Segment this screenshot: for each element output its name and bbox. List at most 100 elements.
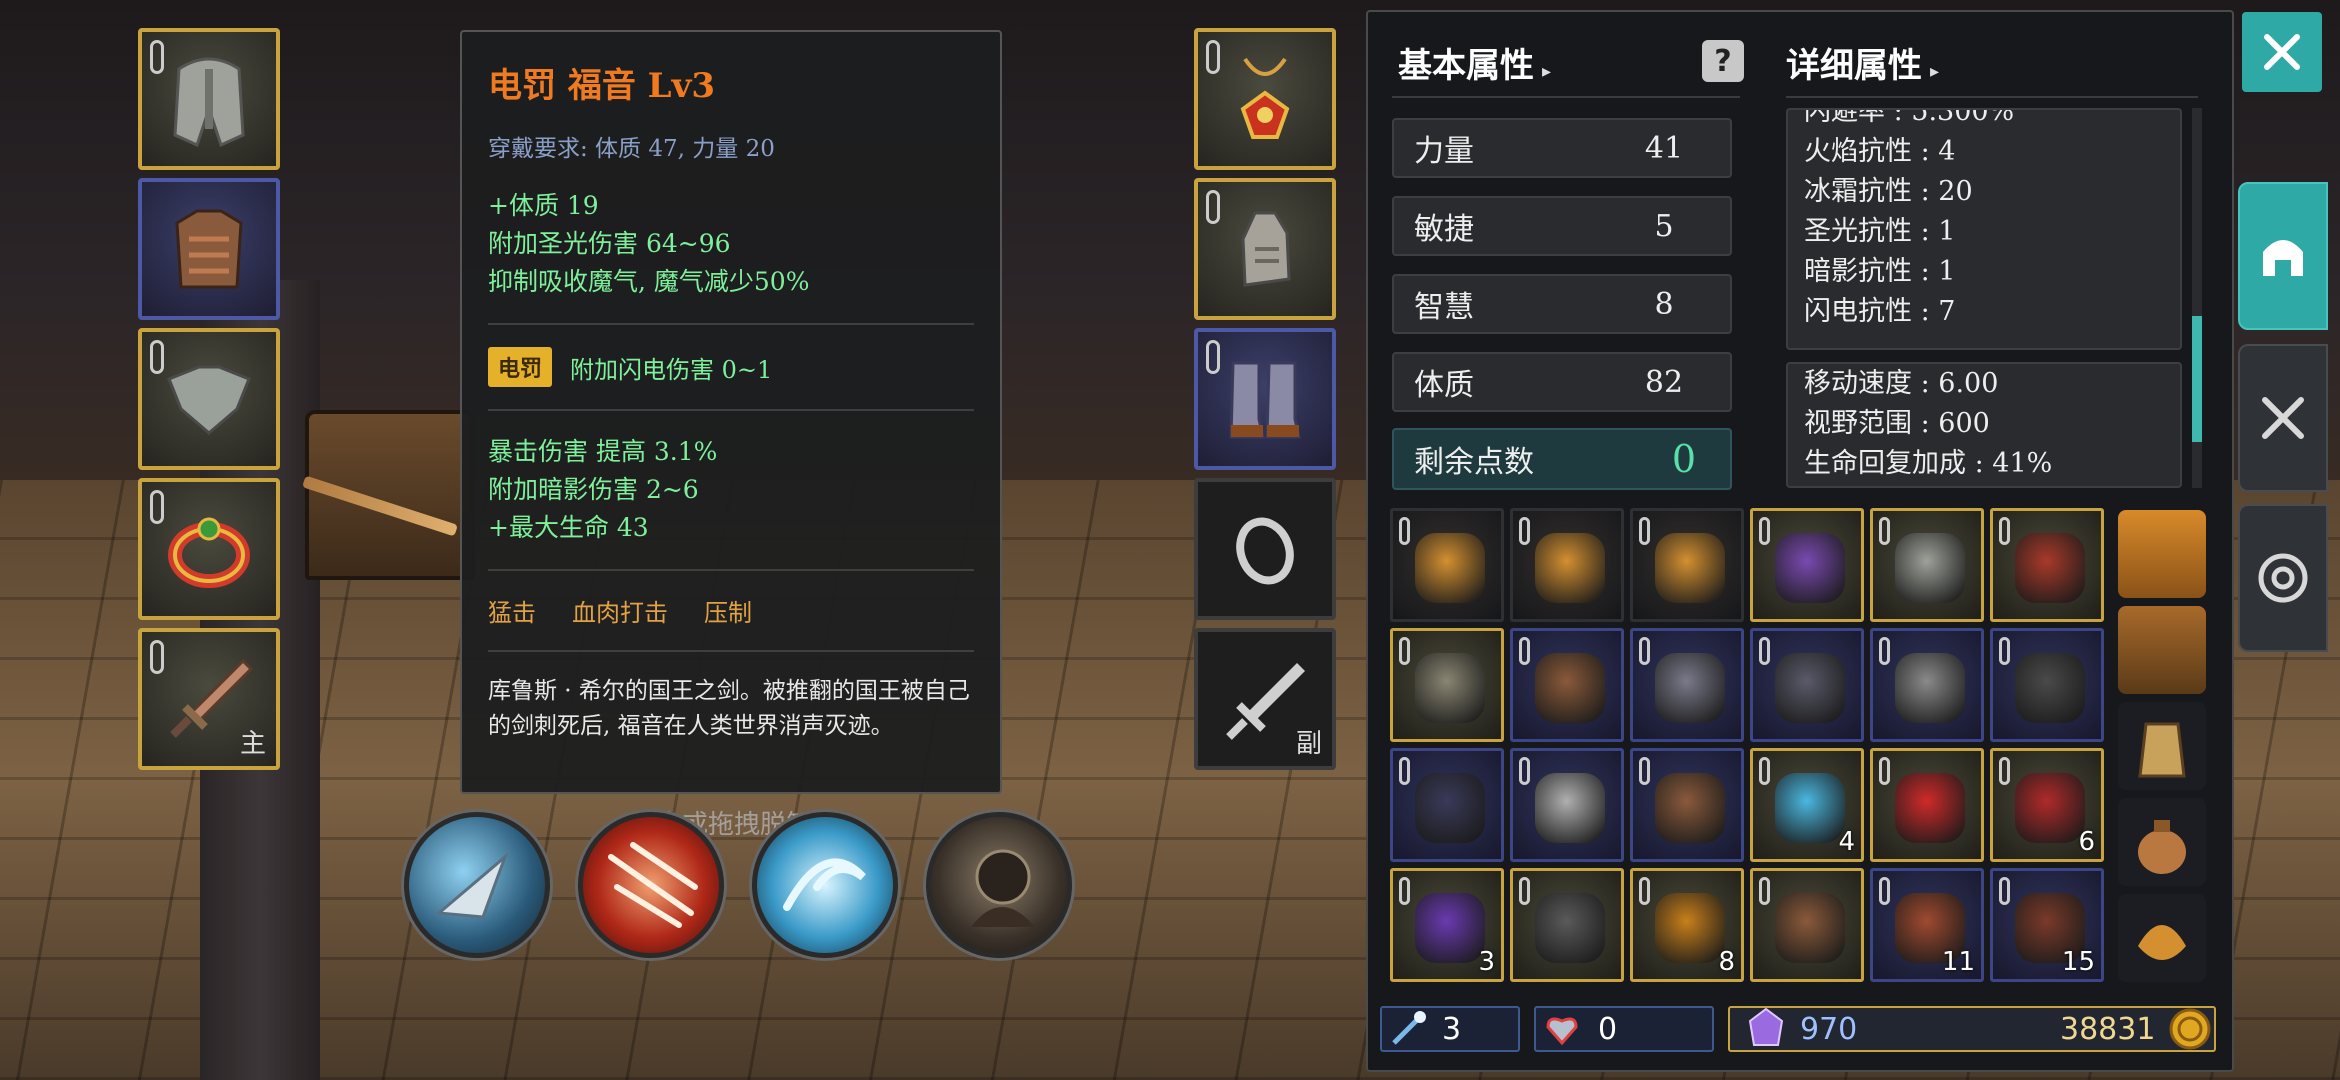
currency-crystal-gold: 970 38831 [1728,1006,2216,1052]
lock-icon [1206,190,1220,224]
attribute-value: 41 [1644,130,1684,166]
bag-slot-3[interactable] [2118,702,2206,790]
whirlwind-skill-icon [783,858,866,911]
inventory-slot-boots[interactable] [1390,748,1504,862]
attribute-value: 82 [1644,364,1684,400]
detail-line: 暗影抗性 : 1 [1804,256,1956,287]
inventory-slot-pouch[interactable] [1510,508,1624,622]
skill-button-whirlwind[interactable] [752,812,898,958]
lock-icon [1759,517,1770,545]
lock-icon [1879,637,1890,665]
bag-slot-5[interactable] [2118,894,2206,982]
tab-character-equipment[interactable] [2238,182,2328,330]
detail-resist-list[interactable]: 闪避率 : 5.300% 火焰抗性 : 4 冰霜抗性 : 20 圣光抗性 : 1… [1786,108,2182,350]
detail-attributes-header[interactable]: 详细属性 ▸ [1786,38,1939,87]
inventory-slot-belt[interactable] [1510,628,1624,742]
inventory-slot-red-armor[interactable] [1990,508,2104,622]
remaining-points: 剩余点数 0 [1392,428,1732,490]
helmet-tab-icon [2263,240,2303,276]
inventory-slot-horn[interactable]: 15 [1990,868,2104,982]
lock-icon [1999,757,2010,785]
pouch-icon [1535,533,1605,603]
set-tag-badge: 电罚 [488,347,553,387]
equip-slot-amulet[interactable] [1194,28,1336,170]
lock-icon [1206,340,1220,374]
inventory-slot-red-crystal[interactable] [1870,748,1984,862]
skill-button-blade[interactable] [404,812,550,958]
tab-settings[interactable] [2238,504,2328,652]
close-button[interactable] [2242,12,2322,92]
inventory-slot-rune-disc[interactable]: 8 [1630,868,1744,982]
inventory-slot-pouch[interactable] [1630,508,1744,622]
inventory-slot-helmet[interactable] [1870,508,1984,622]
equip-slot-offhand[interactable]: 副 [1194,628,1336,770]
detail-misc-list[interactable]: 移动速度 : 6.00 视野范围 : 600 生命回复加成 : 41% [1786,362,2182,488]
lock-icon [1519,517,1530,545]
inventory-slot-claw[interactable] [1750,868,1864,982]
detail-line: 视野范围 : 600 [1804,408,1990,439]
inventory-slot-axe[interactable] [1510,748,1624,862]
inventory-slot-dark-ore[interactable] [1510,868,1624,982]
tab-weapons[interactable] [2238,344,2328,492]
stat-line: 附加暗影伤害 2~6 [488,475,699,504]
detail-line: 生命回复加成 : 41% [1804,448,2053,479]
set-effect-text: 附加闪电伤害 0~1 [570,355,773,384]
equip-slot-shoulder[interactable] [138,328,280,470]
bag-slot-1[interactable] [2118,510,2206,598]
inventory-slot-dark-gauntlet[interactable] [1990,628,2104,742]
inventory-slot-gauntlet[interactable] [1870,628,1984,742]
skill-button-flesh-strike[interactable] [578,812,724,958]
equip-slot-ring[interactable] [138,478,280,620]
lock-icon [1206,40,1220,74]
equip-slot-boots[interactable] [1194,328,1336,470]
inventory-slot-pouch[interactable] [1390,508,1504,622]
currency-gems: 0 [1534,1006,1714,1052]
scythe-icon [1775,653,1845,723]
inventory-slot-scroll[interactable]: 4 [1750,748,1864,862]
detail-line: 冰霜抗性 : 20 [1804,176,1973,207]
helmet-icon [1895,533,1965,603]
attribute-label: 敏捷 [1414,212,1474,247]
lock-icon [150,490,164,524]
lock-icon [1999,877,2010,905]
crystal-count: 970 [1800,1012,1858,1047]
stat-line: +体质 19 [488,191,599,220]
magic-wand-icon [1392,1011,1426,1045]
inventory-slot-scythe[interactable] [1750,628,1864,742]
help-button[interactable]: ? [1702,40,1744,82]
inventory-slot-mace[interactable] [1630,628,1744,742]
equip-slot-main-weapon[interactable]: 主 [138,628,280,770]
bag-slot-4[interactable] [2118,798,2206,886]
stat-line: +最大生命 43 [488,513,649,542]
bag-slot-2[interactable] [2118,606,2206,694]
skull-armor-icon [1775,533,1845,603]
boots-icon [1229,361,1301,439]
detail-attributes-title: 详细属性 [1786,46,1922,86]
equip-slot-ring-empty[interactable] [1194,478,1336,620]
inventory-slot-purple-gem[interactable]: 3 [1390,868,1504,982]
ring-icon [168,517,250,588]
detail-line: 火焰抗性 : 4 [1804,136,1956,167]
inventory-slot-skull-armor[interactable] [1750,508,1864,622]
inventory-slot-red-ore[interactable]: 6 [1990,748,2104,862]
basic-attributes-header[interactable]: 基本属性 ▸ [1398,38,1551,87]
attribute-label: 体质 [1414,368,1474,403]
question-icon: ? [1714,43,1732,79]
dark-ore-icon [1535,893,1605,963]
warrior-skill-icon [971,849,1035,927]
lock-icon [1399,637,1410,665]
inventory-slot-chest-armor[interactable] [1630,748,1744,862]
skill-name: 猛击 [488,599,536,627]
backpack-icon [2138,722,2186,778]
inventory-slot-meat[interactable]: 11 [1870,868,1984,982]
skill-button-suppress[interactable] [926,812,1072,958]
inventory-slot-bracer[interactable] [1390,628,1504,742]
equip-slot-helmet[interactable] [138,28,280,170]
gold-coin-icon [2169,1008,2211,1050]
equip-slot-chest[interactable] [138,178,280,320]
item-count: 15 [2061,947,2095,977]
stat-line: 抑制吸收魔气, 魔气减少50% [488,267,810,296]
detail-scrollbar-thumb[interactable] [2192,316,2202,442]
equip-slot-gloves[interactable] [1194,178,1336,320]
red-armor-icon [2015,533,2085,603]
